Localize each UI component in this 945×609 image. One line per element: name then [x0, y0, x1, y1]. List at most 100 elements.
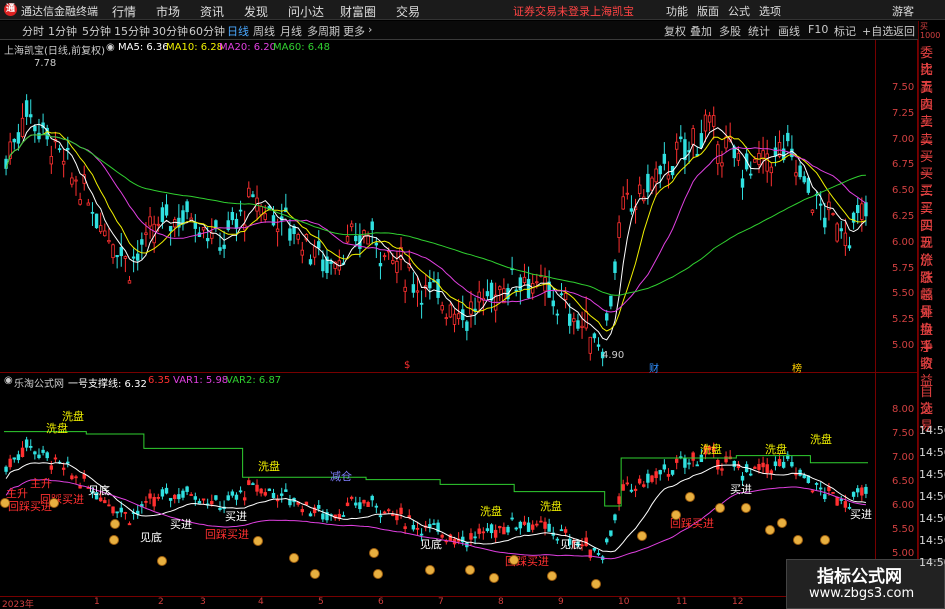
price-candle-body — [201, 227, 206, 231]
price-candle-body — [29, 114, 33, 118]
chevron-right-icon[interactable]: › — [368, 23, 372, 36]
menu-function[interactable]: 功能 — [666, 3, 688, 19]
tab-60min[interactable]: 60分钟 — [189, 23, 225, 39]
event-marker-finance[interactable]: 财 — [649, 360, 659, 375]
draw-line-button[interactable]: 画线 — [778, 23, 800, 39]
money-bag-icon — [715, 503, 725, 513]
price-candle-body — [802, 176, 806, 183]
indicator-candle-body — [493, 529, 498, 538]
price-candle-body — [535, 281, 539, 284]
tab-monthly[interactable]: 月线 — [280, 23, 302, 39]
indicator-candle-body — [765, 464, 769, 474]
price-candle-body — [860, 203, 864, 220]
f10-button[interactable]: F10 — [808, 23, 828, 36]
indicator-candle-body — [144, 500, 148, 503]
menu-news[interactable]: 资讯 — [200, 3, 224, 20]
price-candle-body — [707, 115, 712, 123]
tab-weekly[interactable]: 周线 — [253, 23, 275, 39]
login-status[interactable]: 证券交易未登录 — [513, 3, 590, 19]
price-candle-body — [605, 313, 609, 321]
price-candle-body — [66, 147, 70, 151]
price-candle-body — [740, 178, 745, 188]
price-candle-body — [61, 160, 66, 165]
indicator-candle-body — [514, 527, 518, 530]
indicator-signal-label: 买进 — [850, 508, 872, 521]
indicator-candle-body — [851, 491, 856, 497]
indicator-candle-body — [164, 487, 169, 494]
kline-chart[interactable]: 洗盘洗盘洗盘 洗盘洗盘 洗盘洗盘洗盘主升主升回踩买进回踩买进回踩买进回踩买进回踩买进… — [0, 40, 876, 596]
indicator-labels: 洗盘洗盘洗盘 洗盘洗盘 洗盘洗盘洗盘主升主升回踩买进回踩买进回踩买进回踩买进回踩买进… — [0, 409, 872, 589]
price-candle-body — [625, 192, 630, 195]
indicator-candle-body — [818, 487, 823, 490]
tab-more[interactable]: 更多 — [343, 23, 365, 39]
price-candle-body — [419, 302, 424, 305]
indicator-candle-body — [864, 486, 868, 494]
tab-15min[interactable]: 15分钟 — [114, 23, 150, 39]
price-candle-body — [193, 222, 198, 229]
indicator-candle-body — [300, 509, 304, 513]
indicator-candle-body — [740, 475, 745, 481]
indicator-candle-body — [802, 474, 806, 479]
tab-daily[interactable]: 日线 — [227, 23, 249, 39]
indicator-candle-body — [374, 505, 379, 508]
mark-button[interactable]: 标记 — [834, 23, 856, 39]
overlay-button[interactable]: 叠加 — [690, 23, 712, 39]
price-tick-label: 7.25 — [892, 107, 915, 119]
indicator-candle-body — [78, 485, 82, 489]
menu-options[interactable]: 选项 — [759, 3, 781, 19]
indicator-signal-label: 买进 — [730, 483, 752, 496]
indicator-candle-body — [732, 460, 736, 467]
date-label: 11 — [676, 597, 688, 607]
menu-wealth[interactable]: 财富圈 — [340, 3, 376, 20]
menu-discover[interactable]: 发现 — [244, 3, 268, 20]
menu-ask[interactable]: 问小达 — [288, 3, 324, 20]
money-bag-icon — [253, 536, 263, 546]
guest-label[interactable]: 游客 — [892, 3, 914, 19]
indicator-candle-body — [827, 486, 831, 491]
indicator-candle-body — [177, 494, 181, 500]
price-candle-body — [247, 187, 251, 198]
price-candle-body — [588, 336, 592, 354]
price-candle-body — [115, 255, 119, 258]
price-candle-body — [489, 282, 494, 301]
indicator-candle-body — [255, 484, 259, 492]
back-button[interactable]: 返回 — [893, 23, 915, 39]
price-candle-body — [818, 203, 823, 206]
tab-intraday[interactable]: 分时 — [22, 23, 44, 39]
multi-stock-button[interactable]: 多股 — [719, 23, 741, 39]
high-price-label: 7.78 — [34, 58, 57, 69]
statistics-button[interactable]: 统计 — [748, 23, 770, 39]
indicator-candle-body — [798, 469, 802, 476]
tab-1min[interactable]: 1分钟 — [48, 23, 77, 39]
menu-layout[interactable]: 版面 — [697, 3, 719, 19]
menu-markets[interactable]: 市场 — [156, 3, 180, 20]
price-candle-body — [568, 313, 572, 326]
date-label: 8 — [498, 597, 504, 607]
event-marker-dollar[interactable]: $ — [404, 360, 410, 371]
tab-multi-period[interactable]: 多周期 — [307, 23, 340, 39]
tab-30min[interactable]: 30分钟 — [152, 23, 188, 39]
add-watchlist-button[interactable]: +自选 — [862, 23, 893, 39]
price-candle-body — [584, 311, 588, 329]
indicator-candle-body — [860, 487, 864, 496]
price-candle-body — [654, 168, 658, 183]
event-marker-rank[interactable]: 榜 — [792, 360, 802, 375]
price-candle-body — [136, 253, 140, 261]
price-candle-body — [428, 282, 432, 289]
settings-icon[interactable]: ◉ — [4, 375, 13, 386]
indicator-candle-body — [395, 514, 399, 521]
indicator-candle-body — [489, 524, 494, 534]
price-candle-body — [794, 172, 798, 177]
indicator-candle-body — [535, 523, 539, 526]
restore-rights-button[interactable]: 复权 — [664, 23, 686, 39]
price-candle-body — [662, 153, 667, 164]
tab-5min[interactable]: 5分钟 — [82, 23, 111, 39]
menu-market[interactable]: 行情 — [112, 3, 136, 20]
price-candle-body — [835, 223, 839, 242]
price-candle-body — [259, 206, 263, 216]
indicator-candle-body — [753, 466, 757, 469]
menu-formula[interactable]: 公式 — [728, 3, 750, 19]
indicator-candle-body — [498, 526, 502, 529]
menu-trade[interactable]: 交易 — [396, 3, 420, 20]
indicator-signal-label: 见底 — [420, 537, 442, 551]
